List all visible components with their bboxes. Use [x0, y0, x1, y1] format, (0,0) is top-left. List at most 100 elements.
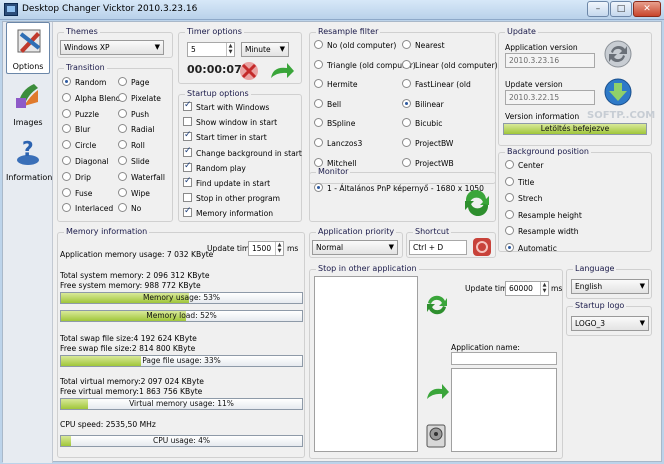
startup-3[interactable]: Change background in start — [183, 146, 302, 158]
nav-options-label: Options — [12, 62, 44, 71]
memory-update-time-input[interactable]: 1500 ▲ ▼ — [248, 241, 284, 256]
update-version-value: 2010.3.22.15 — [509, 93, 560, 102]
transition-3[interactable]: Blur — [62, 124, 90, 134]
transition-0[interactable]: Random — [62, 77, 106, 87]
bgpos-5[interactable]: Automatic — [505, 243, 557, 253]
startup-2[interactable]: Start timer in start — [183, 130, 267, 142]
transition-7[interactable]: Fuse — [62, 187, 93, 198]
spinner-icon[interactable]: ▲ ▼ — [275, 242, 283, 255]
resample-4[interactable]: BSpline — [314, 118, 355, 128]
transition-1[interactable]: Alpha Blend — [62, 92, 121, 103]
resample-5[interactable]: Lanczos3 — [314, 138, 362, 148]
transition-r1[interactable]: Pixelate — [118, 92, 161, 103]
radio-button — [62, 203, 71, 213]
startup-group: Startup options Start with Windows Show w… — [178, 89, 302, 222]
resample-r0[interactable]: Nearest — [402, 40, 445, 50]
add-arrow-icon[interactable] — [424, 382, 450, 404]
app-name-input[interactable] — [451, 352, 557, 365]
resample-r5[interactable]: ProjectBW — [402, 138, 453, 148]
resample-r3[interactable]: Bilinear — [402, 98, 444, 109]
startup-5[interactable]: Find update in start — [183, 176, 270, 188]
transition-4[interactable]: Circle — [62, 140, 96, 150]
stop-update-time-input[interactable]: 60000 ▲ ▼ — [505, 281, 549, 296]
transition-6[interactable]: Drip — [62, 171, 91, 182]
resample-1[interactable]: Triangle (old computer) — [314, 59, 416, 70]
transition-r6-label: Waterfall — [131, 172, 165, 182]
transition-r3[interactable]: Radial — [118, 124, 154, 134]
stop-icon[interactable] — [237, 61, 261, 81]
resample-r4[interactable]: Bicubic — [402, 118, 442, 128]
resample-r5-label: ProjectBW — [415, 139, 454, 148]
bgpos-4[interactable]: Resample width — [505, 226, 579, 236]
transition-8[interactable]: Interlaced — [62, 203, 113, 213]
bgpos-2[interactable]: Strech — [505, 193, 542, 203]
memory-group: Memory information Application memory us… — [57, 227, 305, 458]
running-apps-list[interactable] — [314, 276, 418, 452]
transition-r7[interactable]: Wipe — [118, 187, 150, 198]
radio-button — [62, 171, 71, 181]
resample-2[interactable]: Hermite — [314, 79, 358, 89]
app-version-value: 2010.3.23.16 — [509, 56, 560, 65]
nav-options[interactable]: Options — [6, 22, 50, 74]
transition-2[interactable]: Puzzle — [62, 108, 99, 119]
update-check-icon[interactable] — [603, 39, 633, 69]
radio-button — [118, 140, 127, 150]
priority-select[interactable]: Normal ▼ — [312, 240, 398, 255]
spinner-icon[interactable]: ▲ ▼ — [540, 282, 548, 295]
startup-6[interactable]: Stop in other program — [183, 193, 280, 203]
transition-5[interactable]: Diagonal — [62, 156, 109, 166]
stop-update-time-value: 60000 — [509, 284, 533, 293]
resample-0[interactable]: No (old computer) — [314, 40, 396, 50]
logo-select[interactable]: LOGO_3 ▼ — [571, 316, 649, 331]
close-button[interactable]: ✕ — [633, 1, 661, 17]
transition-4-label: Circle — [75, 141, 97, 151]
language-select[interactable]: English ▼ — [571, 279, 649, 294]
window-title: Desktop Changer Vicktor 2010.3.23.16 — [22, 4, 198, 14]
radio-button — [314, 59, 323, 69]
radio-button — [118, 171, 127, 181]
resample-3[interactable]: Bell — [314, 98, 341, 109]
transition-r6[interactable]: Waterfall — [118, 171, 165, 182]
transition-7-label: Fuse — [75, 188, 93, 198]
clear-shortcut-icon[interactable] — [471, 236, 493, 258]
transition-r8[interactable]: No — [118, 203, 141, 213]
nav-information[interactable]: ? Information — [6, 132, 52, 184]
hard-disk-icon[interactable] — [424, 422, 448, 450]
spinner-icon[interactable]: ▲ ▼ — [226, 43, 234, 56]
bgpos-0[interactable]: Center — [505, 160, 544, 170]
minimize-button[interactable]: – — [587, 1, 609, 17]
theme-select[interactable]: Windows XP ▼ — [60, 40, 164, 55]
transition-1-label: Alpha Blend — [75, 93, 121, 103]
startup-4[interactable]: Random play — [183, 161, 246, 173]
startup-7[interactable]: Memory information — [183, 206, 273, 218]
app-version-label: Application version — [505, 43, 578, 52]
startup-1-label: Show window in start — [196, 118, 278, 128]
resample-r6[interactable]: ProjectWB — [402, 157, 454, 168]
resample-0-label: No (old computer) — [327, 41, 397, 50]
transition-r5[interactable]: Slide — [118, 156, 150, 166]
timer-value-input[interactable]: 5 ▲ ▼ — [187, 42, 235, 57]
refresh-arrow-icon[interactable] — [267, 60, 295, 82]
transition-r2[interactable]: Push — [118, 108, 149, 119]
timer-unit-select[interactable]: Minute ▼ — [241, 42, 289, 57]
transition-r4[interactable]: Roll — [118, 140, 145, 150]
bgpos-1[interactable]: Title — [505, 176, 534, 187]
startup-1[interactable]: Show window in start — [183, 117, 277, 127]
monitor-option[interactable]: 1 - Általános PnP képernyő - 1680 x 1050 — [314, 183, 484, 193]
nav-images[interactable]: Images — [6, 77, 50, 129]
refresh-icon[interactable] — [462, 189, 492, 217]
bgpos-3[interactable]: Resample height — [505, 209, 582, 220]
transition-r0[interactable]: Page — [118, 77, 149, 87]
maximize-button[interactable]: □ — [610, 1, 632, 17]
shortcut-input[interactable]: Ctrl + D — [409, 240, 467, 255]
stop-apps-list[interactable] — [451, 368, 557, 452]
resample-r1[interactable]: Linear (old computer) — [402, 59, 498, 70]
cpu-speed: CPU speed: 2535,50 MHz — [60, 420, 156, 429]
cpu-usage-text: CPU usage: 4% — [152, 436, 211, 445]
resample-r2[interactable]: FastLinear (old — [402, 79, 471, 89]
startup-0[interactable]: Start with Windows — [183, 100, 269, 112]
radio-button — [314, 79, 323, 89]
download-icon[interactable] — [603, 77, 633, 107]
resample-group: Resample filter No (old computer) Triangl… — [309, 27, 498, 184]
refresh-icon[interactable] — [424, 292, 450, 318]
